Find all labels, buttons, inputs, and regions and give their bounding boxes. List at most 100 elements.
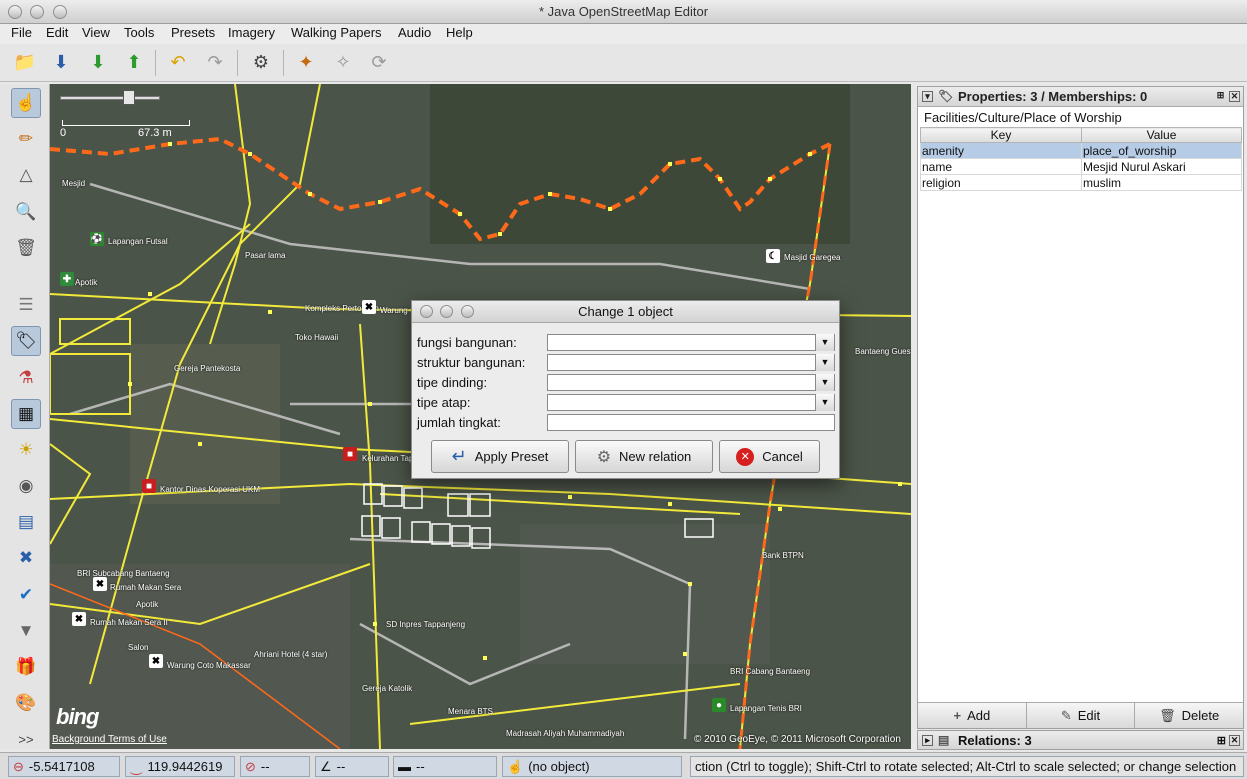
map-label[interactable]: BRI Cabang Bantaeng	[730, 667, 810, 676]
tag-key[interactable]: name	[920, 158, 1082, 175]
delete-tag-button[interactable]: 🗑 Delete	[1135, 703, 1244, 728]
background-terms-link[interactable]: Background Terms of Use	[52, 734, 167, 745]
tag-key[interactable]: religion	[920, 174, 1082, 191]
pharmacy-icon[interactable]: ✚	[60, 272, 74, 286]
map-label[interactable]: Ahriani Hotel (4 star)	[254, 650, 327, 659]
map-label[interactable]: Kelurahan Tap	[362, 454, 413, 463]
tennis-icon[interactable]: ●	[712, 698, 726, 712]
cancel-button[interactable]: ✕ Cancel	[719, 440, 820, 473]
apply-preset-button[interactable]: ↵ Apply Preset	[431, 440, 569, 473]
upload-icon[interactable]: ⬆	[119, 47, 149, 77]
redo-icon[interactable]: ↷	[200, 47, 230, 77]
chevron-down-icon[interactable]: ▼	[815, 334, 834, 351]
map-label[interactable]: Rumah Makan Sera	[110, 583, 181, 592]
history-icon[interactable]: ▤	[11, 507, 41, 537]
table-row[interactable]: name Mesjid Nurul Askari	[920, 158, 1242, 175]
menu-view[interactable]: View	[82, 25, 110, 40]
close-panel-icon[interactable]: ✕	[1229, 735, 1240, 746]
add-tag-button[interactable]: + Add	[918, 703, 1027, 728]
filter-icon[interactable]: ▼	[11, 616, 41, 646]
chevron-down-icon[interactable]: ▼	[815, 374, 834, 391]
table-row[interactable]: religion muslim	[920, 174, 1242, 191]
struktur-bangunan-combo[interactable]: ▼	[547, 354, 835, 371]
restaurant-icon[interactable]: ✖	[362, 300, 376, 314]
new-relation-button[interactable]: ⚙ New relation	[575, 440, 713, 473]
menu-file[interactable]: File	[11, 25, 32, 40]
map-label[interactable]: Lapangan Tenis BRI	[730, 704, 802, 713]
menu-presets[interactable]: Presets	[171, 25, 215, 40]
expand-icon[interactable]: ▸	[922, 735, 933, 746]
map-label[interactable]: Rumah Makan Sera II	[90, 618, 168, 627]
map-label[interactable]: Toko Hawaii	[295, 333, 338, 342]
menu-imagery[interactable]: Imagery	[228, 25, 275, 40]
undo-icon[interactable]: ↶	[163, 47, 193, 77]
map-paint-icon[interactable]: 🎨	[11, 688, 41, 718]
tag-value[interactable]: Mesjid Nurul Askari	[1081, 158, 1242, 175]
map-label[interactable]: Bantaeng Guest	[855, 347, 911, 356]
tipe-dinding-combo[interactable]: ▼	[547, 374, 835, 391]
map-label[interactable]: Bank BTPN	[762, 551, 804, 560]
map-label[interactable]: Apotik	[136, 600, 158, 609]
chevron-down-icon[interactable]: ▼	[815, 354, 834, 371]
map-label[interactable]: Madrasah Aliyah Muhammadiyah	[506, 729, 624, 738]
jumlah-tingkat-input[interactable]	[547, 414, 835, 431]
close-panel-icon[interactable]: ✕	[1229, 91, 1240, 102]
chevron-down-icon[interactable]: ▼	[815, 394, 834, 411]
tag-key[interactable]: amenity	[920, 142, 1082, 159]
commands-icon[interactable]: ◉	[11, 471, 41, 501]
sports-icon[interactable]: ⚽	[90, 232, 104, 246]
dialog-close-button[interactable]	[420, 305, 433, 318]
menu-edit[interactable]: Edit	[46, 25, 68, 40]
map-label[interactable]: Pasar lama	[245, 251, 285, 260]
zoom-mode-icon[interactable]: 🔍	[11, 197, 41, 227]
properties-toggle-icon[interactable]: 🏷	[11, 326, 41, 356]
tag-value[interactable]: place_of_worship	[1081, 142, 1242, 159]
draw-mode-icon[interactable]: ✏	[11, 124, 41, 154]
map-label[interactable]: BRI Subcabang Bantaeng	[77, 569, 170, 578]
map-label[interactable]: Mesjid	[62, 179, 85, 188]
government-icon[interactable]: ■	[343, 447, 357, 461]
menu-tools[interactable]: Tools	[124, 25, 154, 40]
tipe-atap-combo[interactable]: ▼	[547, 394, 835, 411]
download-icon[interactable]: ⬇	[83, 47, 113, 77]
user-list-icon[interactable]: ▦	[11, 399, 41, 429]
map-label[interactable]: Gereja Katolik	[362, 684, 412, 693]
detach-icon[interactable]: ⊞	[1215, 91, 1226, 102]
map-label[interactable]: Warung	[380, 306, 408, 315]
preset-name[interactable]: Facilities/Culture/Place of Worship	[924, 110, 1122, 125]
menu-audio[interactable]: Audio	[398, 25, 431, 40]
fungsi-bangunan-combo[interactable]: ▼	[547, 334, 835, 351]
collapse-icon[interactable]: ▾	[922, 91, 933, 102]
open-file-icon[interactable]: 📁	[10, 47, 40, 77]
menu-walking-papers[interactable]: Walking Papers	[291, 25, 382, 40]
changeset-icon[interactable]: 🎁	[11, 652, 41, 682]
selection-list-icon[interactable]: ⚗	[11, 363, 41, 393]
map-label[interactable]: Gereja Pantekosta	[174, 364, 240, 373]
map-label[interactable]: Salon	[128, 643, 148, 652]
map-label[interactable]: Warung Coto Makassar	[167, 661, 251, 670]
validator-icon[interactable]: ✔	[11, 580, 41, 610]
table-row[interactable]: amenity place_of_worship	[920, 142, 1242, 159]
menu-help[interactable]: Help	[446, 25, 473, 40]
layer-list-icon[interactable]: ☰	[11, 290, 41, 320]
conflict-icon[interactable]: ☀	[11, 435, 41, 465]
zoom-slider-thumb[interactable]	[123, 90, 135, 105]
save-icon[interactable]: ⬇	[46, 47, 76, 77]
more-tools-icon[interactable]: >>	[11, 724, 41, 754]
column-header-key[interactable]: Key	[920, 127, 1082, 143]
edit-tag-button[interactable]: ✎ Edit	[1026, 703, 1136, 728]
refresh-icon[interactable]: ⟳	[364, 47, 394, 77]
detach-icon[interactable]: ⊞	[1217, 734, 1226, 747]
map-label[interactable]: Apotik	[75, 278, 97, 287]
restaurant-icon[interactable]: ✖	[93, 577, 107, 591]
column-header-value[interactable]: Value	[1081, 127, 1242, 143]
dialog-minimize-button[interactable]	[440, 305, 453, 318]
map-label[interactable]: SD Inpres Tappanjeng	[386, 620, 465, 629]
select-mode-icon[interactable]: ☝	[11, 88, 41, 118]
split-way-icon[interactable]: ✦	[291, 47, 321, 77]
map-label[interactable]: Menara BTS	[448, 707, 493, 716]
map-label[interactable]: Lapangan Futsal	[108, 237, 168, 246]
dialog-zoom-button[interactable]	[461, 305, 474, 318]
restaurant-icon[interactable]: ✖	[149, 654, 163, 668]
map-label[interactable]: Kantor Dinas Koperasi UKM	[160, 485, 260, 494]
